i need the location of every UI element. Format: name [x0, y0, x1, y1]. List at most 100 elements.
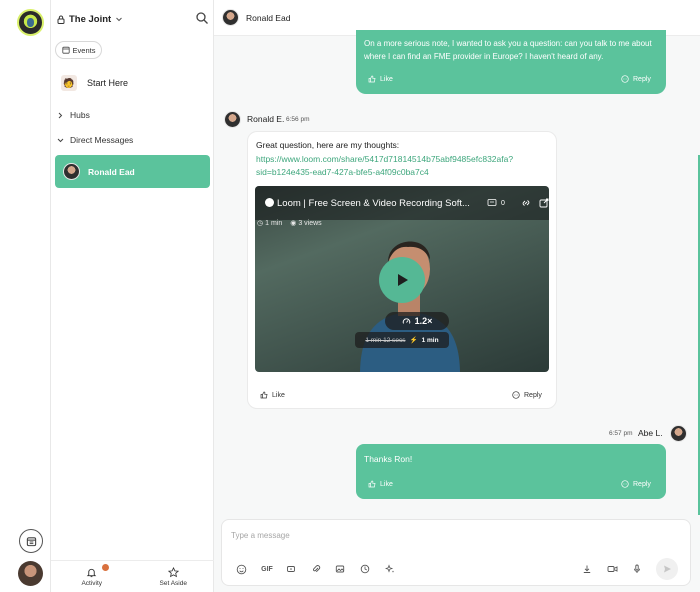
bell-icon [86, 568, 97, 577]
workspace-switcher[interactable]: The Joint [57, 11, 123, 27]
message-text: Thanks Ron! [364, 454, 413, 464]
reply-button[interactable]: Reply [621, 75, 651, 83]
play-button[interactable] [379, 257, 425, 303]
like-button[interactable]: Like [368, 75, 393, 83]
reply-icon [512, 391, 520, 399]
video-embed[interactable]: Loom | Free Screen & Video Recording Sof… [255, 186, 549, 372]
sticker-icon[interactable] [285, 563, 297, 575]
start-here-icon: 🧑 [61, 75, 77, 91]
mention-icon[interactable] [359, 563, 371, 575]
link-line: sid=b124e435-ead7-427a-bfe5-a4f09c0ba7c4 [256, 167, 429, 177]
search-icon[interactable] [195, 11, 209, 25]
events-button[interactable]: Events [55, 41, 102, 59]
start-here-item[interactable]: 🧑 Start Here [61, 75, 128, 91]
message-author: Abe L. [638, 428, 663, 438]
chevron-down-icon [116, 17, 123, 22]
video-length-text: 1 min [265, 219, 283, 227]
video-comments-button[interactable]: 0 [487, 198, 505, 208]
gif-button[interactable]: GIF [259, 563, 275, 575]
play-icon [398, 274, 408, 286]
sidebar: The Joint Events 🧑 Start Here Hubs Direc… [51, 0, 214, 592]
workspace-logo[interactable] [17, 9, 44, 36]
video-title[interactable]: Loom | Free Screen & Video Recording Sof… [265, 198, 470, 209]
tab-set-aside-label: Set Aside [159, 579, 187, 587]
notification-badge [102, 564, 109, 571]
original-duration: 1 min 12 secs [365, 336, 406, 344]
microphone-icon[interactable] [631, 563, 643, 575]
message-bubble: On a more serious note, I wanted to ask … [356, 30, 666, 94]
conversation-title: Ronald Ead [246, 12, 291, 23]
video-views: ◉ 3 views [290, 219, 322, 228]
new-duration: 1 min [421, 336, 439, 344]
link-icon[interactable] [521, 198, 531, 210]
events-label: Events [72, 45, 96, 55]
attachment-icon[interactable] [310, 563, 322, 575]
like-button[interactable]: Like [260, 391, 285, 399]
message-text: On a more serious note, I wanted to ask … [364, 39, 652, 61]
lock-icon [57, 15, 65, 24]
thumbs-up-icon [368, 480, 376, 488]
calendar-icon [61, 46, 70, 54]
video-title-text: Loom | Free Screen & Video Recording Sof… [277, 198, 470, 209]
reply-label: Reply [524, 391, 542, 399]
sidebar-bottom-tabs: Activity Set Aside [51, 560, 214, 592]
reply-button[interactable]: Reply [512, 391, 542, 399]
thumbs-up-icon [260, 391, 268, 399]
start-here-label: Start Here [87, 78, 129, 88]
avatar [222, 9, 239, 26]
hubs-label: Hubs [70, 110, 90, 120]
emoji-icon[interactable] [235, 563, 247, 575]
reply-icon [621, 480, 629, 488]
lightning-icon: ⚡ [409, 337, 418, 344]
video-duration: 1 min 12 secs ⚡ 1 min [355, 332, 449, 348]
video-views-text: 3 views [298, 219, 322, 227]
message-text: Great question, here are my thoughts: [256, 140, 400, 150]
speed-icon [402, 317, 410, 324]
download-icon[interactable] [581, 563, 593, 575]
like-label: Like [380, 480, 393, 488]
thumbs-up-icon [368, 75, 376, 83]
tab-activity-label: Activity [81, 579, 103, 587]
hubs-section-toggle[interactable]: Hubs [57, 110, 90, 120]
reply-label: Reply [633, 75, 651, 83]
avatar [224, 111, 241, 128]
send-button[interactable] [656, 558, 678, 580]
sparkles-icon[interactable] [384, 563, 396, 575]
video-camera-icon[interactable] [606, 563, 618, 575]
dm-item-label: Ronald Ead [88, 166, 135, 177]
like-label: Like [272, 391, 285, 399]
workspace-name: The Joint [69, 13, 112, 25]
user-avatar[interactable] [18, 561, 43, 586]
star-icon [167, 566, 179, 577]
like-button[interactable]: Like [368, 480, 393, 488]
calendar-icon[interactable] [19, 529, 43, 553]
reply-label: Reply [633, 480, 651, 488]
playback-speed-text: 1.2× [414, 316, 433, 326]
like-label: Like [380, 75, 393, 83]
send-icon [664, 565, 671, 573]
external-link-icon[interactable] [539, 198, 549, 210]
video-meta: ◷ 1 min ◉ 3 views [257, 219, 322, 228]
app-rail [0, 0, 51, 592]
dm-item-ronald-ead[interactable]: Ronald Ead [55, 155, 210, 188]
image-icon[interactable] [334, 563, 346, 575]
message-input[interactable]: Type a message [231, 531, 290, 540]
tab-activity[interactable]: Activity [51, 561, 133, 592]
chevron-down-icon [57, 138, 64, 142]
message-author: Ronald E. [247, 114, 285, 124]
message-composer: Type a message GIF [221, 519, 691, 586]
avatar [63, 163, 80, 180]
message-link[interactable]: https://www.loom.com/share/5417d71814514… [256, 153, 513, 179]
tab-set-aside[interactable]: Set Aside [133, 561, 215, 592]
playback-speed[interactable]: 1.2× [385, 312, 449, 330]
message-timestamp: 6:56 pm [286, 116, 310, 123]
loom-logo-icon [265, 198, 274, 207]
direct-messages-section-toggle[interactable]: Direct Messages [57, 135, 133, 145]
message-timestamp: 6:57 pm [609, 430, 633, 437]
reply-button[interactable]: Reply [621, 480, 651, 488]
link-line: https://www.loom.com/share/5417d71814514… [256, 154, 514, 164]
eye-icon: ◉ [290, 220, 297, 227]
video-length: ◷ 1 min [257, 219, 283, 228]
chevron-right-icon [58, 112, 63, 118]
clock-icon: ◷ [257, 220, 264, 227]
